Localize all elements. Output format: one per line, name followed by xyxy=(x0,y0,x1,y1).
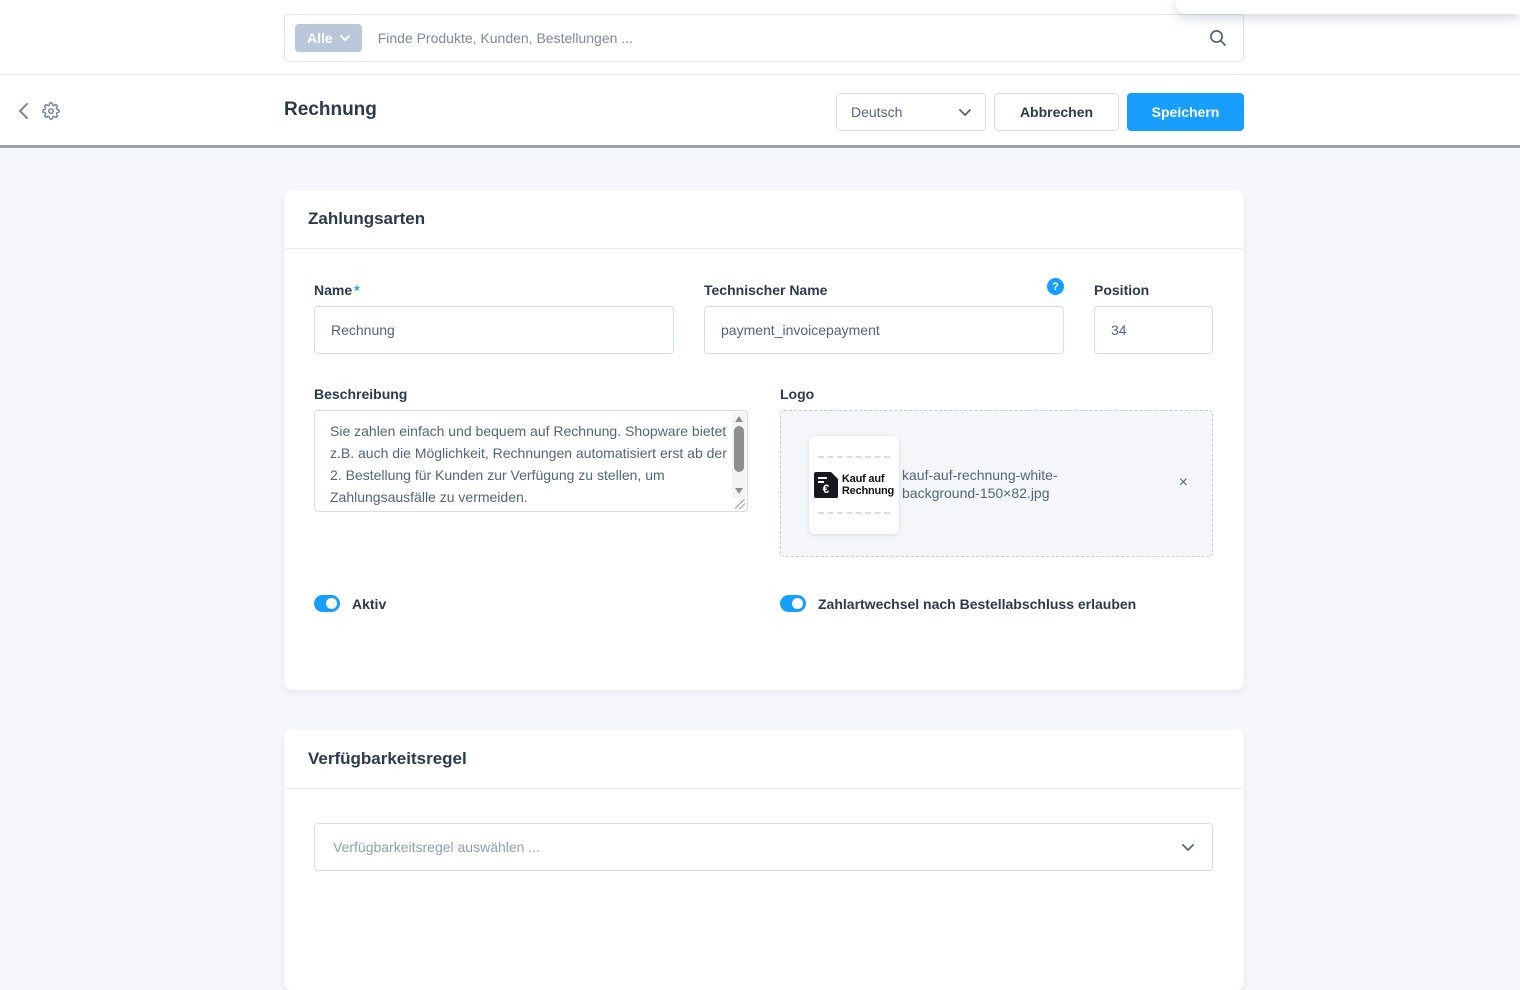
global-search[interactable]: Alle xyxy=(284,14,1244,62)
remove-logo-button[interactable]: × xyxy=(1179,475,1188,491)
language-select[interactable]: Deutsch xyxy=(836,93,986,131)
payment-card-title: Zahlungsarten xyxy=(308,209,425,229)
cancel-button[interactable]: Abbrechen xyxy=(994,93,1119,131)
change-payment-toggle-label: Zahlartwechsel nach Bestellabschluss erl… xyxy=(818,596,1136,612)
required-marker: * xyxy=(354,282,359,298)
search-input[interactable] xyxy=(362,30,1209,46)
chevron-left-icon xyxy=(18,102,29,120)
active-toggle[interactable] xyxy=(314,595,340,612)
name-label: Name* xyxy=(314,282,360,298)
position-label: Position xyxy=(1094,282,1149,298)
save-button[interactable]: Speichern xyxy=(1127,93,1244,131)
availability-rule-select[interactable]: Verfügbarkeitsregel auswählen ... xyxy=(314,823,1213,871)
chevron-down-icon xyxy=(340,35,350,41)
payment-method-card: Zahlungsarten Name* Technischer Name ? P… xyxy=(284,190,1244,690)
availability-card-header: Verfügbarkeitsregel xyxy=(284,730,1244,789)
scroll-up-icon[interactable] xyxy=(735,416,743,422)
logo-text-line2: Rechnung xyxy=(842,485,894,497)
chevron-down-icon xyxy=(1182,844,1194,851)
availability-rule-placeholder: Verfügbarkeitsregel auswählen ... xyxy=(333,839,540,855)
search-icon xyxy=(1209,29,1227,47)
logo-preview: € Kauf auf Rechnung xyxy=(809,436,899,534)
change-payment-toggle-row: Zahlartwechsel nach Bestellabschluss erl… xyxy=(780,595,1136,612)
scrollbar-thumb[interactable] xyxy=(734,426,744,472)
description-label: Beschreibung xyxy=(314,386,407,402)
textarea-scrollbar[interactable] xyxy=(732,412,746,498)
logo-filename: kauf-auf-rechnung-white-background-150×8… xyxy=(902,466,1094,502)
active-toggle-row: Aktiv xyxy=(314,595,386,612)
scroll-down-icon[interactable] xyxy=(735,488,743,494)
euro-glyph: € xyxy=(823,483,830,495)
language-select-value: Deutsch xyxy=(851,104,902,120)
logo-label: Logo xyxy=(780,386,814,402)
description-textarea[interactable]: Sie zahlen einfach und bequem auf Rechnu… xyxy=(314,410,748,512)
chevron-down-icon xyxy=(959,109,971,116)
resize-handle-icon[interactable] xyxy=(735,499,745,509)
overlay-panel xyxy=(1176,0,1520,14)
back-button[interactable] xyxy=(13,101,33,121)
technical-name-label: Technischer Name xyxy=(704,282,827,298)
name-input[interactable] xyxy=(314,306,674,354)
description-text: Sie zahlen einfach und bequem auf Rechnu… xyxy=(315,411,732,511)
availability-card-title: Verfügbarkeitsregel xyxy=(308,749,467,769)
position-input[interactable] xyxy=(1094,306,1213,354)
logo-text-line1: Kauf auf xyxy=(842,473,894,485)
active-toggle-label: Aktiv xyxy=(352,596,386,612)
page-title: Rechnung xyxy=(284,99,377,121)
availability-rule-card: Verfügbarkeitsregel Verfügbarkeitsregel … xyxy=(284,730,1244,990)
logo-dropzone[interactable]: € Kauf auf Rechnung kauf-auf-rechnung-wh… xyxy=(780,410,1213,557)
gear-icon xyxy=(42,102,60,120)
search-filter-label: Alle xyxy=(307,30,333,46)
help-icon[interactable]: ? xyxy=(1047,278,1064,295)
smart-bar: Rechnung Deutsch Abbrechen Speichern xyxy=(0,75,1520,148)
technical-name-input[interactable] xyxy=(704,306,1064,354)
search-filter-dropdown[interactable]: Alle xyxy=(295,24,362,52)
change-payment-toggle[interactable] xyxy=(780,595,806,612)
kauf-auf-rechnung-logo: € Kauf auf Rechnung xyxy=(814,472,894,498)
payment-card-header: Zahlungsarten xyxy=(284,190,1244,249)
settings-button[interactable] xyxy=(41,101,61,121)
invoice-icon: € xyxy=(814,472,838,498)
